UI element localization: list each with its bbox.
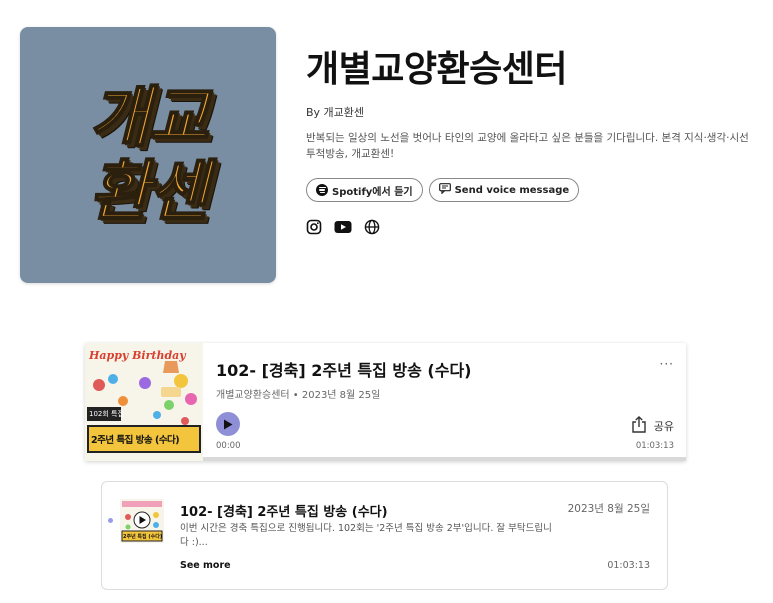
current-time: 00:00 — [216, 441, 241, 451]
show-description: 반복되는 일상의 노선을 벗어나 타인의 교양에 올라타고 싶은 분들을 기다립… — [306, 132, 749, 160]
instagram-icon[interactable] — [306, 219, 322, 235]
unplayed-indicator — [108, 518, 113, 523]
action-buttons: Spotify에서 듣기 Send voice message — [306, 178, 580, 202]
voice-button-label: Send voice message — [454, 184, 570, 196]
episode-art: Happy Birthday 102회 특집 2주년 특집 방송 (수다) — [85, 343, 203, 461]
episode-description: 이번 시간은 경축 특집으로 진행됩니다. 102회는 '2주년 특집 방송 2… — [180, 523, 552, 548]
show-byline: By 개교환센 — [306, 106, 365, 119]
see-more-link[interactable]: See more — [180, 560, 231, 571]
total-time: 01:03:13 — [635, 441, 674, 451]
listen-on-spotify-button[interactable]: Spotify에서 듣기 — [306, 178, 423, 202]
show-title: 개별교양환승센터 — [306, 49, 567, 90]
play-button[interactable] — [216, 412, 240, 436]
cover-text-line-2: 환센 — [88, 153, 209, 230]
spotify-button-label: Spotify에서 듣기 — [332, 186, 413, 198]
episode-date: 2023년 8월 25일 — [567, 503, 650, 515]
player-episode-title: 102- [경축] 2주년 특집 방송 (수다) — [216, 361, 472, 380]
more-options-button[interactable]: ··· — [660, 357, 674, 371]
art-header-text: Happy Birthday — [89, 349, 186, 362]
episode-duration: 01:03:13 — [607, 560, 650, 571]
episode-title[interactable]: 102- [경축] 2주년 특집 방송 (수다) — [180, 501, 388, 520]
social-links — [306, 219, 380, 235]
share-button[interactable]: 공유 — [632, 416, 674, 436]
youtube-icon[interactable] — [334, 220, 352, 234]
art-small-badge-text: 102회 특집 — [89, 410, 124, 418]
art-badge-text: 2주년 특집 방송 (수다) — [91, 435, 180, 446]
episode-player: Happy Birthday 102회 특집 2주년 특집 방송 (수다) 10… — [85, 343, 686, 461]
globe-icon[interactable] — [364, 219, 380, 235]
share-label: 공유 — [653, 420, 674, 433]
show-cover-art: 개교 환센 — [20, 27, 276, 283]
speech-bubble-icon — [438, 183, 451, 197]
spotify-icon — [316, 184, 328, 196]
progress-bar[interactable] — [203, 457, 686, 461]
player-episode-meta: 개별교양환승센터 • 2023년 8월 25일 — [216, 390, 381, 401]
cover-text-line-1: 개교 — [88, 79, 209, 156]
thumb-badge-text: 2주년 특집 (수다) — [123, 534, 163, 540]
send-voice-message-button[interactable]: Send voice message — [428, 178, 580, 202]
episode-list-item[interactable]: 2주년 특집 (수다) 102- [경축] 2주년 특집 방송 (수다) 202… — [101, 481, 668, 590]
share-icon — [632, 416, 646, 436]
play-icon — [223, 415, 233, 434]
episode-thumbnail[interactable]: 2주년 특집 (수다) — [120, 499, 164, 543]
